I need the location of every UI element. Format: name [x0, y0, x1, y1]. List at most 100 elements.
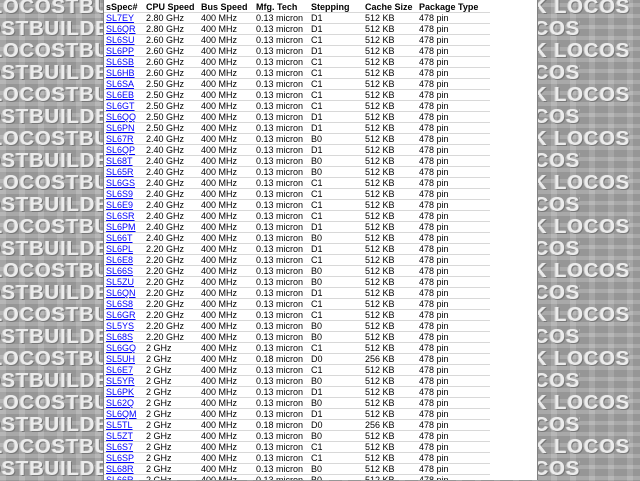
cell-cache-size: 512 KB: [363, 155, 417, 167]
sspec-link[interactable]: SL5TL: [104, 419, 144, 431]
sspec-link[interactable]: SL6GS: [104, 177, 144, 189]
cell-cache-size: 512 KB: [363, 100, 417, 112]
table-row: SL65R 2.40 GHz 400 MHz 0.13 micron B0 512 KB 4…: [104, 166, 490, 178]
sspec-link[interactable]: SL68S: [104, 331, 144, 343]
sspec-link[interactable]: SL6E8: [104, 254, 144, 266]
sspec-link[interactable]: SL6PM: [104, 221, 144, 233]
cell-cache-size: 512 KB: [363, 342, 417, 354]
cell-stepping: D1: [309, 408, 363, 420]
cell-mfg-tech: 0.13 micron: [254, 122, 309, 134]
sspec-link[interactable]: SL6PL: [104, 243, 144, 255]
cell-stepping: D1: [309, 45, 363, 57]
cell-cache-size: 512 KB: [363, 23, 417, 35]
sspec-link[interactable]: SL6SP: [104, 452, 144, 464]
cell-bus-speed: 400 MHz: [199, 353, 254, 365]
cell-mfg-tech: 0.13 micron: [254, 144, 309, 156]
cell-stepping: B0: [309, 265, 363, 277]
cell-cache-size: 512 KB: [363, 298, 417, 310]
cell-package-type: 478 pin: [417, 287, 490, 299]
sspec-link[interactable]: SL5ZU: [104, 276, 144, 288]
sspec-link[interactable]: SL6SA: [104, 78, 144, 90]
sspec-link[interactable]: SL66S: [104, 265, 144, 277]
cell-cpu-speed: 2 GHz: [144, 397, 199, 409]
sspec-link[interactable]: SL67R: [104, 133, 144, 145]
cell-stepping: C1: [309, 34, 363, 46]
sspec-link[interactable]: SL6QR: [104, 23, 144, 35]
cell-bus-speed: 400 MHz: [199, 298, 254, 310]
sspec-link[interactable]: SL6PN: [104, 122, 144, 134]
sspec-link[interactable]: SL6PP: [104, 45, 144, 57]
sspec-link[interactable]: SL7EY: [104, 12, 144, 24]
cell-package-type: 478 pin: [417, 430, 490, 442]
cell-bus-speed: 400 MHz: [199, 430, 254, 442]
sspec-link[interactable]: SL6GT: [104, 100, 144, 112]
sspec-link[interactable]: SL66T: [104, 232, 144, 244]
cell-cpu-speed: 2.80 GHz: [144, 23, 199, 35]
sspec-link[interactable]: SL6EB: [104, 89, 144, 101]
sspec-link[interactable]: SL6SB: [104, 56, 144, 68]
sspec-link[interactable]: SL68T: [104, 155, 144, 167]
cell-bus-speed: 400 MHz: [199, 177, 254, 189]
sspec-link[interactable]: SL62Q: [104, 397, 144, 409]
sspec-link[interactable]: SL6QN: [104, 287, 144, 299]
sspec-link[interactable]: SL66R: [104, 474, 144, 480]
sspec-link[interactable]: SL5YR: [104, 375, 144, 387]
table-body: SL7EY 2.80 GHz 400 MHz 0.13 micron D1 512 KB 4…: [104, 12, 490, 480]
cell-mfg-tech: 0.13 micron: [254, 254, 309, 266]
cell-cache-size: 512 KB: [363, 276, 417, 288]
cell-cpu-speed: 2.50 GHz: [144, 122, 199, 134]
sspec-link[interactable]: SL6QQ: [104, 111, 144, 123]
cell-cpu-speed: 2 GHz: [144, 419, 199, 431]
sspec-link[interactable]: SL6QP: [104, 144, 144, 156]
sspec-link[interactable]: SL6SU: [104, 34, 144, 46]
sspec-link[interactable]: SL6PK: [104, 386, 144, 398]
sspec-link[interactable]: SL6S9: [104, 188, 144, 200]
cell-mfg-tech: 0.13 micron: [254, 67, 309, 79]
cell-bus-speed: 400 MHz: [199, 397, 254, 409]
spec-table-panel: sSpec# CPU Speed Bus Speed Mfg. Tech Ste…: [103, 0, 538, 480]
table-row: SL6GS 2.40 GHz 400 MHz 0.13 micron C1 512 KB 4…: [104, 177, 490, 189]
header-mfg-tech: Mfg. Tech: [256, 1, 298, 12]
table-row: SL5YR 2 GHz 400 MHz 0.13 micron B0 512 KB 478 …: [104, 375, 490, 387]
cell-stepping: C1: [309, 210, 363, 222]
sspec-link[interactable]: SL6QM: [104, 408, 144, 420]
cell-cpu-speed: 2.60 GHz: [144, 45, 199, 57]
cell-mfg-tech: 0.13 micron: [254, 34, 309, 46]
sspec-link[interactable]: SL6HB: [104, 67, 144, 79]
sspec-link[interactable]: SL65R: [104, 166, 144, 178]
table-row: SL6S7 2 GHz 400 MHz 0.13 micron C1 512 KB 478 …: [104, 441, 490, 453]
sspec-link[interactable]: SL6S8: [104, 298, 144, 310]
cell-mfg-tech: 0.13 micron: [254, 331, 309, 343]
cell-cpu-speed: 2 GHz: [144, 463, 199, 475]
cell-cpu-speed: 2 GHz: [144, 364, 199, 376]
cell-mfg-tech: 0.13 micron: [254, 89, 309, 101]
cell-mfg-tech: 0.13 micron: [254, 133, 309, 145]
cell-bus-speed: 400 MHz: [199, 254, 254, 266]
cell-package-type: 478 pin: [417, 155, 490, 167]
cell-cpu-speed: 2.20 GHz: [144, 331, 199, 343]
cell-bus-speed: 400 MHz: [199, 111, 254, 123]
sspec-link[interactable]: SL6GR: [104, 309, 144, 321]
sspec-link[interactable]: SL6SR: [104, 210, 144, 222]
sspec-link[interactable]: SL6E7: [104, 364, 144, 376]
cell-cache-size: 512 KB: [363, 111, 417, 123]
sspec-link[interactable]: SL5UH: [104, 353, 144, 365]
sspec-link[interactable]: SL68R: [104, 463, 144, 475]
table-row: SL6SU 2.60 GHz 400 MHz 0.13 micron C1 512 KB 4…: [104, 34, 490, 46]
cell-mfg-tech: 0.13 micron: [254, 177, 309, 189]
table-row: SL6S9 2.40 GHz 400 MHz 0.13 micron C1 512 KB 4…: [104, 188, 490, 200]
cell-bus-speed: 400 MHz: [199, 364, 254, 376]
sspec-link[interactable]: SL5ZT: [104, 430, 144, 442]
cell-stepping: D1: [309, 23, 363, 35]
cell-cache-size: 512 KB: [363, 166, 417, 178]
cell-cpu-speed: 2.40 GHz: [144, 155, 199, 167]
sspec-link[interactable]: SL5YS: [104, 320, 144, 332]
cell-stepping: D0: [309, 353, 363, 365]
sspec-link[interactable]: SL6GQ: [104, 342, 144, 354]
cell-cpu-speed: 2.40 GHz: [144, 177, 199, 189]
sspec-link[interactable]: SL6E9: [104, 199, 144, 211]
cell-bus-speed: 400 MHz: [199, 243, 254, 255]
cell-package-type: 478 pin: [417, 199, 490, 211]
table-row: SL68R 2 GHz 400 MHz 0.13 micron B0 512 KB 478 …: [104, 463, 490, 475]
sspec-link[interactable]: SL6S7: [104, 441, 144, 453]
